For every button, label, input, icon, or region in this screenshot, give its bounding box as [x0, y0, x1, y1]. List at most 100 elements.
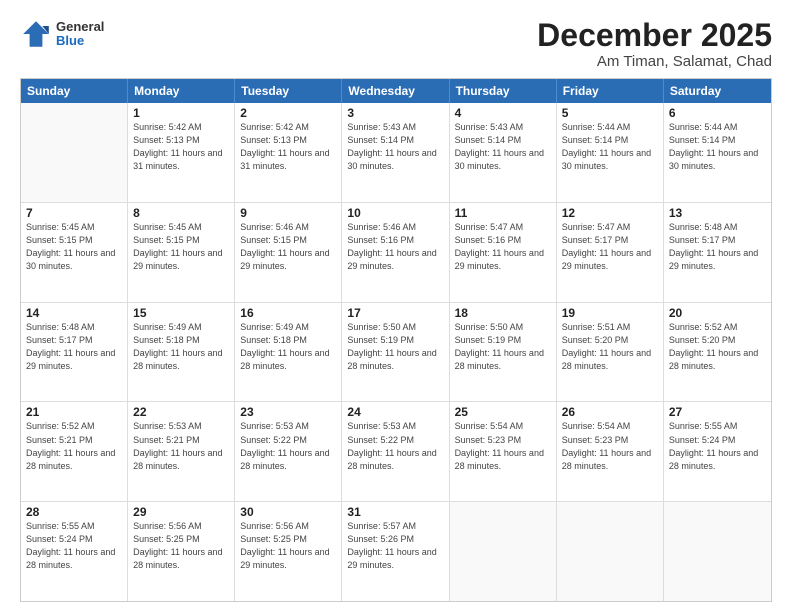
day-info: Sunrise: 5:49 AMSunset: 5:18 PMDaylight:…: [133, 321, 229, 373]
day-number: 10: [347, 206, 443, 220]
day-number: 13: [669, 206, 766, 220]
day-info: Sunrise: 5:43 AMSunset: 5:14 PMDaylight:…: [455, 121, 551, 173]
day-info: Sunrise: 5:44 AMSunset: 5:14 PMDaylight:…: [669, 121, 766, 173]
cal-header-sunday: Sunday: [21, 79, 128, 103]
day-info: Sunrise: 5:56 AMSunset: 5:25 PMDaylight:…: [133, 520, 229, 572]
calendar-header-row: SundayMondayTuesdayWednesdayThursdayFrid…: [21, 79, 771, 103]
day-info: Sunrise: 5:51 AMSunset: 5:20 PMDaylight:…: [562, 321, 658, 373]
day-number: 18: [455, 306, 551, 320]
day-number: 29: [133, 505, 229, 519]
day-info: Sunrise: 5:57 AMSunset: 5:26 PMDaylight:…: [347, 520, 443, 572]
cal-day-20: 20Sunrise: 5:52 AMSunset: 5:20 PMDayligh…: [664, 303, 771, 402]
day-info: Sunrise: 5:48 AMSunset: 5:17 PMDaylight:…: [26, 321, 122, 373]
cal-day-28: 28Sunrise: 5:55 AMSunset: 5:24 PMDayligh…: [21, 502, 128, 601]
cal-day-17: 17Sunrise: 5:50 AMSunset: 5:19 PMDayligh…: [342, 303, 449, 402]
day-number: 30: [240, 505, 336, 519]
day-number: 25: [455, 405, 551, 419]
cal-day-10: 10Sunrise: 5:46 AMSunset: 5:16 PMDayligh…: [342, 203, 449, 302]
cal-day-1: 1Sunrise: 5:42 AMSunset: 5:13 PMDaylight…: [128, 103, 235, 202]
day-info: Sunrise: 5:52 AMSunset: 5:21 PMDaylight:…: [26, 420, 122, 472]
logo-text: General Blue: [56, 20, 104, 49]
cal-day-23: 23Sunrise: 5:53 AMSunset: 5:22 PMDayligh…: [235, 402, 342, 501]
day-info: Sunrise: 5:43 AMSunset: 5:14 PMDaylight:…: [347, 121, 443, 173]
day-info: Sunrise: 5:52 AMSunset: 5:20 PMDaylight:…: [669, 321, 766, 373]
day-info: Sunrise: 5:54 AMSunset: 5:23 PMDaylight:…: [455, 420, 551, 472]
day-info: Sunrise: 5:42 AMSunset: 5:13 PMDaylight:…: [133, 121, 229, 173]
cal-day-25: 25Sunrise: 5:54 AMSunset: 5:23 PMDayligh…: [450, 402, 557, 501]
day-number: 14: [26, 306, 122, 320]
calendar: SundayMondayTuesdayWednesdayThursdayFrid…: [20, 78, 772, 602]
day-number: 26: [562, 405, 658, 419]
cal-header-thursday: Thursday: [450, 79, 557, 103]
cal-day-11: 11Sunrise: 5:47 AMSunset: 5:16 PMDayligh…: [450, 203, 557, 302]
day-number: 21: [26, 405, 122, 419]
day-info: Sunrise: 5:42 AMSunset: 5:13 PMDaylight:…: [240, 121, 336, 173]
cal-header-saturday: Saturday: [664, 79, 771, 103]
day-info: Sunrise: 5:55 AMSunset: 5:24 PMDaylight:…: [669, 420, 766, 472]
cal-day-27: 27Sunrise: 5:55 AMSunset: 5:24 PMDayligh…: [664, 402, 771, 501]
day-number: 1: [133, 106, 229, 120]
cal-header-friday: Friday: [557, 79, 664, 103]
day-number: 20: [669, 306, 766, 320]
day-number: 15: [133, 306, 229, 320]
day-info: Sunrise: 5:46 AMSunset: 5:16 PMDaylight:…: [347, 221, 443, 273]
cal-header-wednesday: Wednesday: [342, 79, 449, 103]
cal-day-2: 2Sunrise: 5:42 AMSunset: 5:13 PMDaylight…: [235, 103, 342, 202]
cal-day-14: 14Sunrise: 5:48 AMSunset: 5:17 PMDayligh…: [21, 303, 128, 402]
day-number: 27: [669, 405, 766, 419]
day-number: 28: [26, 505, 122, 519]
day-number: 16: [240, 306, 336, 320]
day-number: 7: [26, 206, 122, 220]
cal-day-12: 12Sunrise: 5:47 AMSunset: 5:17 PMDayligh…: [557, 203, 664, 302]
day-info: Sunrise: 5:50 AMSunset: 5:19 PMDaylight:…: [347, 321, 443, 373]
header: General Blue December 2025 Am Timan, Sal…: [20, 18, 772, 70]
day-number: 6: [669, 106, 766, 120]
cal-week-2: 7Sunrise: 5:45 AMSunset: 5:15 PMDaylight…: [21, 203, 771, 303]
day-info: Sunrise: 5:53 AMSunset: 5:21 PMDaylight:…: [133, 420, 229, 472]
day-number: 22: [133, 405, 229, 419]
cal-day-16: 16Sunrise: 5:49 AMSunset: 5:18 PMDayligh…: [235, 303, 342, 402]
cal-day-26: 26Sunrise: 5:54 AMSunset: 5:23 PMDayligh…: [557, 402, 664, 501]
day-number: 2: [240, 106, 336, 120]
day-number: 23: [240, 405, 336, 419]
cal-week-3: 14Sunrise: 5:48 AMSunset: 5:17 PMDayligh…: [21, 303, 771, 403]
cal-week-5: 28Sunrise: 5:55 AMSunset: 5:24 PMDayligh…: [21, 502, 771, 601]
cal-day-29: 29Sunrise: 5:56 AMSunset: 5:25 PMDayligh…: [128, 502, 235, 601]
day-info: Sunrise: 5:53 AMSunset: 5:22 PMDaylight:…: [240, 420, 336, 472]
logo-blue-text: Blue: [56, 34, 104, 48]
cal-day-6: 6Sunrise: 5:44 AMSunset: 5:14 PMDaylight…: [664, 103, 771, 202]
cal-day-31: 31Sunrise: 5:57 AMSunset: 5:26 PMDayligh…: [342, 502, 449, 601]
cal-day-22: 22Sunrise: 5:53 AMSunset: 5:21 PMDayligh…: [128, 402, 235, 501]
cal-day-empty-4-6: [664, 502, 771, 601]
day-info: Sunrise: 5:49 AMSunset: 5:18 PMDaylight:…: [240, 321, 336, 373]
day-number: 24: [347, 405, 443, 419]
calendar-title: December 2025: [537, 18, 772, 53]
cal-day-30: 30Sunrise: 5:56 AMSunset: 5:25 PMDayligh…: [235, 502, 342, 601]
cal-header-monday: Monday: [128, 79, 235, 103]
day-number: 31: [347, 505, 443, 519]
cal-week-4: 21Sunrise: 5:52 AMSunset: 5:21 PMDayligh…: [21, 402, 771, 502]
day-info: Sunrise: 5:50 AMSunset: 5:19 PMDaylight:…: [455, 321, 551, 373]
logo-icon: [20, 18, 52, 50]
cal-day-19: 19Sunrise: 5:51 AMSunset: 5:20 PMDayligh…: [557, 303, 664, 402]
cal-day-3: 3Sunrise: 5:43 AMSunset: 5:14 PMDaylight…: [342, 103, 449, 202]
cal-day-13: 13Sunrise: 5:48 AMSunset: 5:17 PMDayligh…: [664, 203, 771, 302]
day-number: 19: [562, 306, 658, 320]
day-number: 4: [455, 106, 551, 120]
cal-day-4: 4Sunrise: 5:43 AMSunset: 5:14 PMDaylight…: [450, 103, 557, 202]
day-info: Sunrise: 5:47 AMSunset: 5:17 PMDaylight:…: [562, 221, 658, 273]
cal-day-18: 18Sunrise: 5:50 AMSunset: 5:19 PMDayligh…: [450, 303, 557, 402]
cal-day-9: 9Sunrise: 5:46 AMSunset: 5:15 PMDaylight…: [235, 203, 342, 302]
calendar-body: 1Sunrise: 5:42 AMSunset: 5:13 PMDaylight…: [21, 103, 771, 601]
day-info: Sunrise: 5:48 AMSunset: 5:17 PMDaylight:…: [669, 221, 766, 273]
day-info: Sunrise: 5:54 AMSunset: 5:23 PMDaylight:…: [562, 420, 658, 472]
calendar-subtitle: Am Timan, Salamat, Chad: [537, 53, 772, 70]
day-number: 17: [347, 306, 443, 320]
day-number: 3: [347, 106, 443, 120]
day-number: 11: [455, 206, 551, 220]
cal-day-15: 15Sunrise: 5:49 AMSunset: 5:18 PMDayligh…: [128, 303, 235, 402]
day-info: Sunrise: 5:47 AMSunset: 5:16 PMDaylight:…: [455, 221, 551, 273]
page: General Blue December 2025 Am Timan, Sal…: [0, 0, 792, 612]
day-info: Sunrise: 5:44 AMSunset: 5:14 PMDaylight:…: [562, 121, 658, 173]
cal-day-5: 5Sunrise: 5:44 AMSunset: 5:14 PMDaylight…: [557, 103, 664, 202]
